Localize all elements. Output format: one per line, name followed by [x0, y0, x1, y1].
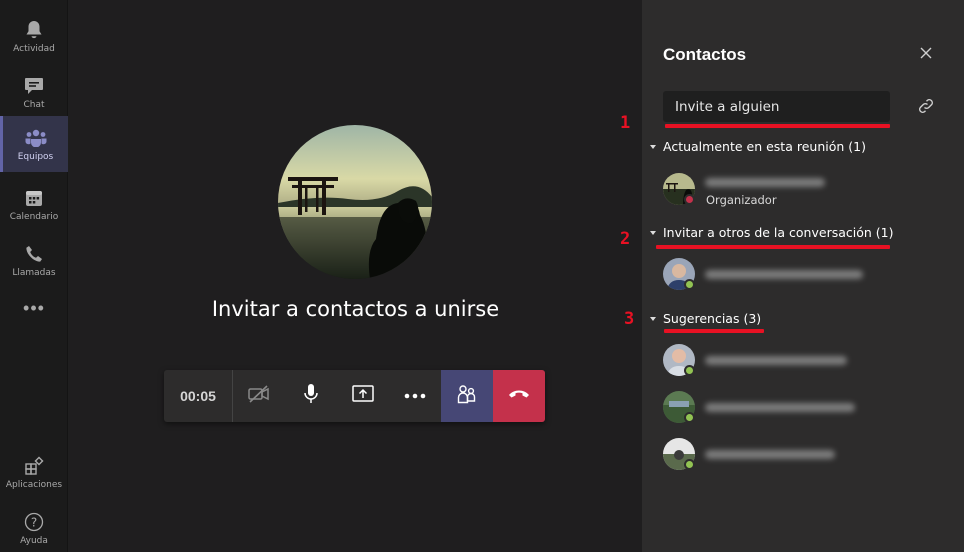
list-item[interactable]: [663, 258, 953, 294]
participant-name-blurred: [705, 450, 835, 459]
more-apps-button[interactable]: •••: [0, 298, 68, 319]
hang-up-icon: [507, 387, 531, 406]
show-participants-button[interactable]: [441, 370, 493, 422]
apps-icon: [23, 455, 45, 477]
rail-label: Ayuda: [20, 535, 48, 546]
collapse-caret-icon: [650, 230, 656, 235]
bell-icon: [23, 19, 45, 41]
call-stage: Invitar a contactos a unirse 00:05: [69, 0, 642, 552]
participant-name-blurred: [705, 403, 855, 412]
contacts-panel: Contactos Actualmente en esta reunión (1…: [642, 0, 964, 552]
share-screen-button[interactable]: [337, 370, 389, 422]
available-status-icon: [684, 459, 695, 470]
help-icon: ?: [23, 511, 45, 533]
participant-name-blurred: [705, 178, 825, 187]
camera-toggle-button[interactable]: [233, 370, 285, 422]
annotation-underline-1: [665, 124, 890, 128]
annotation-underline-2: [656, 245, 890, 249]
rail-label: Chat: [23, 99, 45, 110]
close-icon: [918, 47, 934, 65]
microphone-icon: [303, 383, 319, 410]
share-screen-icon: [351, 383, 375, 410]
rail-item-chat[interactable]: Chat: [0, 64, 68, 120]
panel-title: Contactos: [663, 45, 747, 64]
participants-icon: [456, 383, 478, 410]
more-icon: [403, 387, 427, 405]
camera-off-icon: [247, 384, 271, 409]
call-controls-bar: 00:05: [164, 370, 545, 422]
busy-status-icon: [684, 194, 695, 205]
link-icon: [916, 99, 936, 120]
hang-up-button[interactable]: [493, 370, 545, 422]
participant-organizer[interactable]: Organizador: [663, 173, 953, 209]
annotation-underline-3: [664, 329, 764, 333]
section-label: Actualmente en esta reunión (1): [663, 139, 866, 154]
more-actions-button[interactable]: [389, 370, 441, 422]
annotation-number-1: 1: [620, 113, 631, 133]
section-suggestions[interactable]: Sugerencias (3): [650, 311, 761, 326]
share-invite-link-button[interactable]: [916, 96, 936, 116]
rail-label: Aplicaciones: [5, 479, 63, 490]
annotation-number-3: 3: [624, 309, 635, 329]
rail-label: Equipos: [17, 151, 54, 162]
collapse-caret-icon: [650, 144, 656, 149]
rail-label: Llamadas: [12, 267, 56, 278]
rail-item-calls[interactable]: Llamadas: [0, 232, 68, 288]
rail-item-help[interactable]: ? Ayuda: [0, 500, 68, 552]
section-invite-from-conversation[interactable]: Invitar a otros de la conversación (1): [650, 225, 893, 240]
app-rail: Actividad Chat Equipos Calendario Llamad…: [0, 0, 68, 552]
chat-icon: [23, 75, 45, 97]
rail-label: Actividad: [13, 43, 55, 54]
invite-someone-input[interactable]: [663, 91, 890, 122]
phone-icon: [23, 243, 45, 265]
collapse-caret-icon: [650, 316, 656, 321]
organizer-avatar-large: [278, 125, 432, 279]
invite-contacts-title: Invitar a contactos a unirse: [211, 297, 500, 321]
list-item[interactable]: [663, 438, 953, 474]
available-status-icon: [684, 279, 695, 290]
participant-name-blurred: [705, 270, 863, 279]
rail-label: Calendario: [9, 211, 59, 222]
participant-role: Organizador: [706, 193, 777, 207]
section-label: Invitar a otros de la conversación (1): [663, 225, 894, 240]
call-timer: 00:05: [164, 370, 233, 422]
calendar-icon: [23, 187, 45, 209]
svg-text:?: ?: [31, 515, 37, 529]
rail-item-activity[interactable]: Actividad: [0, 8, 68, 64]
list-item[interactable]: [663, 344, 953, 380]
teams-icon: [25, 127, 47, 149]
close-panel-button[interactable]: [918, 45, 934, 61]
available-status-icon: [684, 365, 695, 376]
annotation-number-2: 2: [620, 229, 631, 249]
rail-item-apps[interactable]: Aplicaciones: [0, 444, 68, 500]
section-current-meeting[interactable]: Actualmente en esta reunión (1): [650, 139, 866, 154]
list-item[interactable]: [663, 391, 953, 427]
rail-item-teams[interactable]: Equipos: [0, 116, 68, 172]
section-label: Sugerencias (3): [663, 311, 762, 326]
rail-item-calendar[interactable]: Calendario: [0, 176, 68, 232]
participant-name-blurred: [705, 356, 847, 365]
available-status-icon: [684, 412, 695, 423]
microphone-toggle-button[interactable]: [285, 370, 337, 422]
